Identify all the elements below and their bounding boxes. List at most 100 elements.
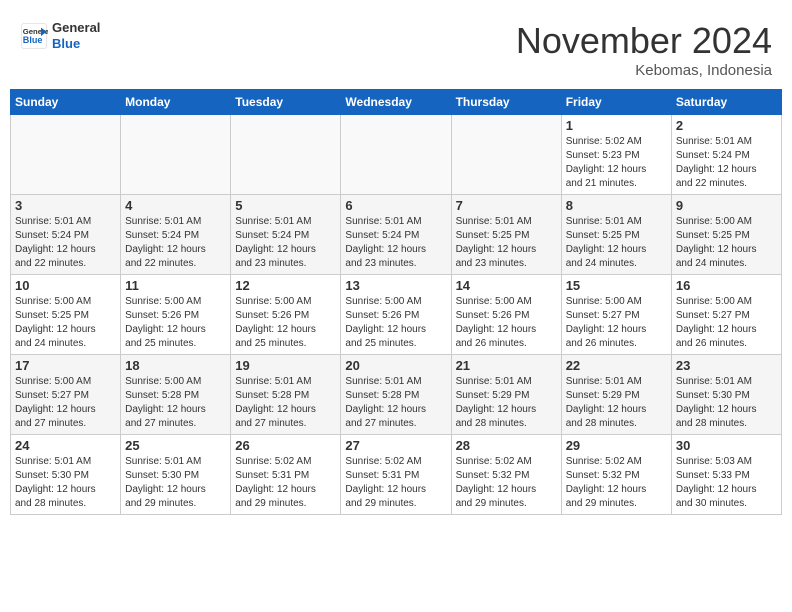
calendar-cell: 16 Sunrise: 5:00 AM Sunset: 5:27 PM Dayli… xyxy=(671,275,781,355)
logo: General Blue General Blue xyxy=(20,20,100,51)
calendar-cell xyxy=(11,115,121,195)
day-info: Sunrise: 5:02 AM Sunset: 5:31 PM Dayligh… xyxy=(345,455,446,511)
day-number: 7 xyxy=(456,198,557,213)
day-info: Sunrise: 5:00 AM Sunset: 5:27 PM Dayligh… xyxy=(15,375,116,431)
day-info: Sunrise: 5:01 AM Sunset: 5:25 PM Dayligh… xyxy=(566,215,667,271)
calendar-cell: 18 Sunrise: 5:00 AM Sunset: 5:28 PM Dayli… xyxy=(121,355,231,435)
day-info: Sunrise: 5:00 AM Sunset: 5:25 PM Dayligh… xyxy=(15,295,116,351)
calendar-cell: 13Sunrise: 5:00 AM Sunset: 5:26 PM Dayli… xyxy=(341,275,451,355)
calendar-cell: 5 Sunrise: 5:01 AM Sunset: 5:24 PM Daylig… xyxy=(231,195,341,275)
calendar-cell: 10 Sunrise: 5:00 AM Sunset: 5:25 PM Dayli… xyxy=(11,275,121,355)
weekday-saturday: Saturday xyxy=(671,90,781,115)
calendar-cell: 2Sunrise: 5:01 AM Sunset: 5:24 PM Daylig… xyxy=(671,115,781,195)
day-number: 4 xyxy=(125,198,226,213)
calendar-cell: 3 Sunrise: 5:01 AM Sunset: 5:24 PM Daylig… xyxy=(11,195,121,275)
calendar-cell: 17 Sunrise: 5:00 AM Sunset: 5:27 PM Dayli… xyxy=(11,355,121,435)
svg-text:Blue: Blue xyxy=(23,35,43,45)
day-number: 27 xyxy=(345,438,446,453)
calendar-cell: 1 Sunrise: 5:02 AM Sunset: 5:23 PM Daylig… xyxy=(561,115,671,195)
day-number: 22 xyxy=(566,358,667,373)
day-info: Sunrise: 5:00 AM Sunset: 5:27 PM Dayligh… xyxy=(676,295,777,351)
day-info: Sunrise: 5:01 AM Sunset: 5:24 PM Dayligh… xyxy=(15,215,116,271)
calendar-week-5: 24 Sunrise: 5:01 AM Sunset: 5:30 PM Dayli… xyxy=(11,435,782,515)
weekday-wednesday: Wednesday xyxy=(341,90,451,115)
day-number: 8 xyxy=(566,198,667,213)
day-info: Sunrise: 5:00 AM Sunset: 5:25 PM Dayligh… xyxy=(676,215,777,271)
day-info: Sunrise: 5:01 AM Sunset: 5:28 PM Dayligh… xyxy=(235,375,336,431)
calendar-cell: 24 Sunrise: 5:01 AM Sunset: 5:30 PM Dayli… xyxy=(11,435,121,515)
day-number: 28 xyxy=(456,438,557,453)
day-info: Sunrise: 5:03 AM Sunset: 5:33 PM Dayligh… xyxy=(676,455,777,511)
day-number: 14 xyxy=(456,278,557,293)
calendar-week-4: 17 Sunrise: 5:00 AM Sunset: 5:27 PM Dayli… xyxy=(11,355,782,435)
weekday-friday: Friday xyxy=(561,90,671,115)
calendar-cell xyxy=(451,115,561,195)
calendar-cell: 30 Sunrise: 5:03 AM Sunset: 5:33 PM Dayli… xyxy=(671,435,781,515)
day-number: 13 xyxy=(345,278,446,293)
day-info: Sunrise: 5:01 AM Sunset: 5:24 PM Dayligh… xyxy=(345,215,446,271)
calendar-cell: 27 Sunrise: 5:02 AM Sunset: 5:31 PM Dayli… xyxy=(341,435,451,515)
day-number: 24 xyxy=(15,438,116,453)
day-number: 18 xyxy=(125,358,226,373)
calendar-cell: 9Sunrise: 5:00 AM Sunset: 5:25 PM Daylig… xyxy=(671,195,781,275)
calendar-cell: 14 Sunrise: 5:00 AM Sunset: 5:26 PM Dayli… xyxy=(451,275,561,355)
calendar-cell xyxy=(341,115,451,195)
day-number: 10 xyxy=(15,278,116,293)
calendar-cell: 21 Sunrise: 5:01 AM Sunset: 5:29 PM Dayli… xyxy=(451,355,561,435)
calendar-body: 1 Sunrise: 5:02 AM Sunset: 5:23 PM Daylig… xyxy=(11,115,782,515)
day-info: Sunrise: 5:01 AM Sunset: 5:28 PM Dayligh… xyxy=(345,375,446,431)
calendar-cell: 7 Sunrise: 5:01 AM Sunset: 5:25 PM Daylig… xyxy=(451,195,561,275)
day-info: Sunrise: 5:00 AM Sunset: 5:26 PM Dayligh… xyxy=(235,295,336,351)
day-info: Sunrise: 5:02 AM Sunset: 5:23 PM Dayligh… xyxy=(566,135,667,191)
day-number: 21 xyxy=(456,358,557,373)
calendar-week-2: 3 Sunrise: 5:01 AM Sunset: 5:24 PM Daylig… xyxy=(11,195,782,275)
calendar-cell: 15 Sunrise: 5:00 AM Sunset: 5:27 PM Dayli… xyxy=(561,275,671,355)
day-info: Sunrise: 5:01 AM Sunset: 5:30 PM Dayligh… xyxy=(676,375,777,431)
day-info: Sunrise: 5:01 AM Sunset: 5:24 PM Dayligh… xyxy=(125,215,226,271)
weekday-tuesday: Tuesday xyxy=(231,90,341,115)
day-number: 16 xyxy=(676,278,777,293)
calendar-cell: 28Sunrise: 5:02 AM Sunset: 5:32 PM Dayli… xyxy=(451,435,561,515)
day-number: 17 xyxy=(15,358,116,373)
day-number: 30 xyxy=(676,438,777,453)
day-info: Sunrise: 5:01 AM Sunset: 5:29 PM Dayligh… xyxy=(456,375,557,431)
day-info: Sunrise: 5:00 AM Sunset: 5:26 PM Dayligh… xyxy=(456,295,557,351)
calendar-cell: 19 Sunrise: 5:01 AM Sunset: 5:28 PM Dayli… xyxy=(231,355,341,435)
day-number: 1 xyxy=(566,118,667,133)
page-header: General Blue General Blue November 2024 … xyxy=(10,10,782,84)
calendar-cell: 23 Sunrise: 5:01 AM Sunset: 5:30 PM Dayli… xyxy=(671,355,781,435)
day-info: Sunrise: 5:00 AM Sunset: 5:28 PM Dayligh… xyxy=(125,375,226,431)
day-number: 12 xyxy=(235,278,336,293)
day-number: 5 xyxy=(235,198,336,213)
day-info: Sunrise: 5:02 AM Sunset: 5:32 PM Dayligh… xyxy=(566,455,667,511)
logo-general: General xyxy=(52,20,100,36)
calendar-table: SundayMondayTuesdayWednesdayThursdayFrid… xyxy=(10,89,782,515)
weekday-header-row: SundayMondayTuesdayWednesdayThursdayFrid… xyxy=(11,90,782,115)
calendar-cell: 25 Sunrise: 5:01 AM Sunset: 5:30 PM Dayli… xyxy=(121,435,231,515)
day-info: Sunrise: 5:01 AM Sunset: 5:24 PM Dayligh… xyxy=(235,215,336,271)
day-info: Sunrise: 5:01 AM Sunset: 5:29 PM Dayligh… xyxy=(566,375,667,431)
day-number: 3 xyxy=(15,198,116,213)
day-info: Sunrise: 5:01 AM Sunset: 5:30 PM Dayligh… xyxy=(125,455,226,511)
calendar-cell: 6 Sunrise: 5:01 AM Sunset: 5:24 PM Daylig… xyxy=(341,195,451,275)
day-info: Sunrise: 5:00 AM Sunset: 5:27 PM Dayligh… xyxy=(566,295,667,351)
calendar-cell: 20 Sunrise: 5:01 AM Sunset: 5:28 PM Dayli… xyxy=(341,355,451,435)
month-title: November 2024 xyxy=(516,20,772,62)
day-number: 15 xyxy=(566,278,667,293)
day-info: Sunrise: 5:01 AM Sunset: 5:25 PM Dayligh… xyxy=(456,215,557,271)
day-number: 19 xyxy=(235,358,336,373)
day-number: 25 xyxy=(125,438,226,453)
day-info: Sunrise: 5:02 AM Sunset: 5:31 PM Dayligh… xyxy=(235,455,336,511)
calendar-cell: 29Sunrise: 5:02 AM Sunset: 5:32 PM Dayli… xyxy=(561,435,671,515)
day-number: 20 xyxy=(345,358,446,373)
calendar-cell: 8 Sunrise: 5:01 AM Sunset: 5:25 PM Daylig… xyxy=(561,195,671,275)
calendar-week-1: 1 Sunrise: 5:02 AM Sunset: 5:23 PM Daylig… xyxy=(11,115,782,195)
calendar-cell: 11Sunrise: 5:00 AM Sunset: 5:26 PM Dayli… xyxy=(121,275,231,355)
title-block: November 2024 Kebomas, Indonesia xyxy=(516,20,772,79)
day-info: Sunrise: 5:01 AM Sunset: 5:30 PM Dayligh… xyxy=(15,455,116,511)
day-number: 6 xyxy=(345,198,446,213)
calendar-week-3: 10 Sunrise: 5:00 AM Sunset: 5:25 PM Dayli… xyxy=(11,275,782,355)
day-number: 23 xyxy=(676,358,777,373)
calendar-cell: 12 Sunrise: 5:00 AM Sunset: 5:26 PM Dayli… xyxy=(231,275,341,355)
calendar-cell xyxy=(231,115,341,195)
